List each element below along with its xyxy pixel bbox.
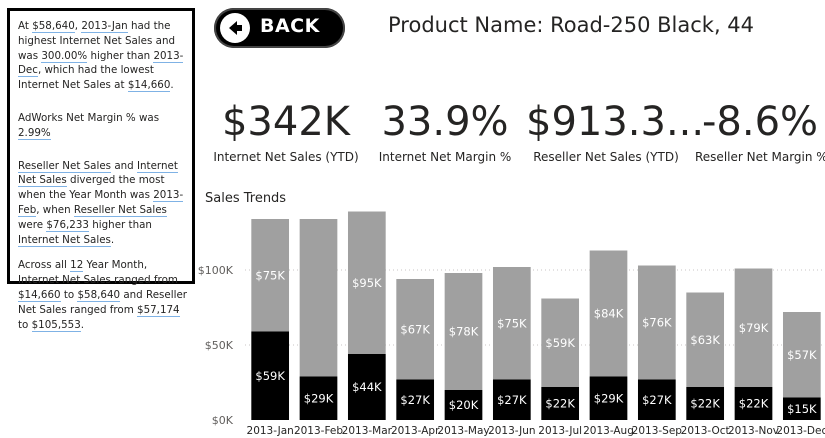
back-button[interactable]: BACK	[214, 8, 345, 48]
narrative-text: Across all	[18, 259, 71, 272]
narrative-paragraph-3: Reseller Net Sales and Internet Net Sale…	[18, 159, 187, 248]
narrative-highlight: 2.99%	[18, 126, 51, 140]
data-label: $27K	[400, 393, 430, 407]
narrative-text: .	[110, 233, 115, 246]
x-tick-label: 2013-Sep	[632, 425, 683, 437]
narrative-highlight: 2013-Jan	[81, 20, 128, 33]
data-label: $22K	[739, 397, 769, 411]
x-tick-label: 2013-Mar	[342, 425, 393, 437]
product-name-title: Product Name: Road-250 Black, 44	[388, 13, 755, 37]
narrative-paragraph-4: Across all 12 Year Month, Internet Net S…	[18, 258, 187, 332]
narrative-highlight: $58,640	[77, 288, 121, 302]
narrative-highlight: 300.00%	[41, 49, 88, 63]
x-tick-label: 2013-May	[437, 425, 489, 437]
data-label: $76K	[642, 316, 672, 330]
y-tick-label: $100K	[198, 264, 234, 277]
narrative-text: AdWorks Net Margin % was	[18, 111, 160, 124]
data-label: $22K	[545, 397, 575, 411]
narrative-text: to	[18, 318, 32, 331]
data-label: $20K	[449, 398, 479, 412]
data-label: $59K	[545, 336, 575, 350]
data-label: $22K	[690, 397, 720, 411]
data-label: $75K	[497, 316, 527, 330]
data-label: $95K	[352, 276, 382, 290]
x-tick-label: 2013-Nov	[728, 425, 779, 437]
narrative-text: higher than	[87, 49, 154, 62]
narrative-paragraph-2: AdWorks Net Margin % was 2.99%	[18, 111, 187, 141]
data-label: $79K	[739, 321, 769, 335]
narrative-highlight: Reseller Net Sales	[73, 203, 167, 217]
data-label: $27K	[642, 393, 672, 407]
y-tick-label: $0K	[212, 414, 234, 427]
data-label: $84K	[594, 307, 624, 321]
kpi-reseller-net-sales: $913.3... Reseller Net Sales (YTD)	[526, 96, 705, 164]
back-button-label: BACK	[260, 15, 320, 37]
smart-narrative: At $58,640, 2013-Jan had the highest Int…	[7, 8, 195, 332]
narrative-highlight: $105,553	[31, 318, 81, 332]
data-label: $15K	[787, 402, 817, 416]
kpi-reseller-net-margin: -8.6% Reseller Net Margin %	[695, 96, 825, 164]
chart-title: Sales Trends	[205, 191, 287, 206]
narrative-highlight: $57,174	[137, 303, 180, 317]
narrative-text: were	[18, 218, 47, 231]
data-label: $44K	[352, 380, 382, 394]
x-tick-label: 2013-Jan	[247, 425, 294, 437]
x-tick-label: 2013-Aug	[583, 425, 634, 437]
sales-trends-chart: $0K $50K $100K $75K $59K 2013-Jan $29K 2013-Feb…	[198, 211, 825, 437]
narrative-highlight: $14,660	[18, 288, 61, 302]
narrative-text: At	[18, 20, 33, 32]
kpi-caption: Internet Net Sales (YTD)	[213, 150, 359, 164]
y-tick-label: $50K	[205, 339, 234, 352]
kpi-internet-net-sales: $342K Internet Net Sales (YTD)	[211, 96, 361, 164]
narrative-highlight: 12	[70, 259, 84, 273]
data-label: $59K	[255, 369, 285, 383]
narrative-text: , when	[36, 203, 74, 216]
data-label: $63K	[690, 333, 720, 347]
narrative-text: to	[60, 288, 78, 301]
narrative-text: .	[170, 79, 174, 92]
x-tick-label: 2013-Jun	[488, 425, 536, 437]
x-tick-label: 2013-Oct	[681, 425, 730, 437]
kpi-value: $342K	[221, 99, 351, 145]
kpi-caption: Reseller Net Margin %	[695, 150, 825, 164]
kpi-caption: Internet Net Margin %	[378, 150, 512, 164]
arrow-left-icon	[220, 13, 250, 43]
narrative-text: and	[111, 159, 137, 172]
narrative-text: .	[80, 318, 85, 331]
narrative-paragraph-1: At $58,640, 2013-Jan had the highest Int…	[18, 19, 187, 93]
data-label: $57K	[787, 348, 817, 362]
data-label: $67K	[400, 322, 430, 336]
kpi-value: 33.9%	[381, 99, 509, 145]
x-tick-label: 2013-Jul	[538, 425, 582, 437]
data-label: $75K	[255, 268, 285, 282]
kpi-value: $913.3...	[526, 99, 705, 145]
data-label: $29K	[594, 391, 624, 405]
x-tick-label: 2013-Feb	[294, 425, 343, 437]
data-label: $27K	[497, 393, 527, 407]
kpi-value: -8.6%	[701, 99, 819, 145]
bar-reseller-net-sales	[299, 219, 338, 377]
narrative-highlight: $14,660	[127, 79, 171, 93]
x-tick-label: 2013-Dec	[776, 425, 825, 437]
narrative-highlight: Reseller Net Sales	[18, 159, 112, 173]
data-label: $78K	[449, 325, 479, 339]
x-tick-label: 2013-Apr	[391, 425, 440, 437]
kpi-internet-net-margin: 33.9% Internet Net Margin %	[370, 96, 520, 164]
narrative-text: higher than	[88, 218, 152, 231]
narrative-highlight: Internet Net Sales	[18, 233, 111, 247]
narrative-highlight: $76,233	[46, 218, 89, 232]
kpi-caption: Reseller Net Sales (YTD)	[533, 150, 679, 164]
narrative-highlight: $58,640	[32, 20, 75, 33]
data-label: $29K	[304, 391, 334, 405]
